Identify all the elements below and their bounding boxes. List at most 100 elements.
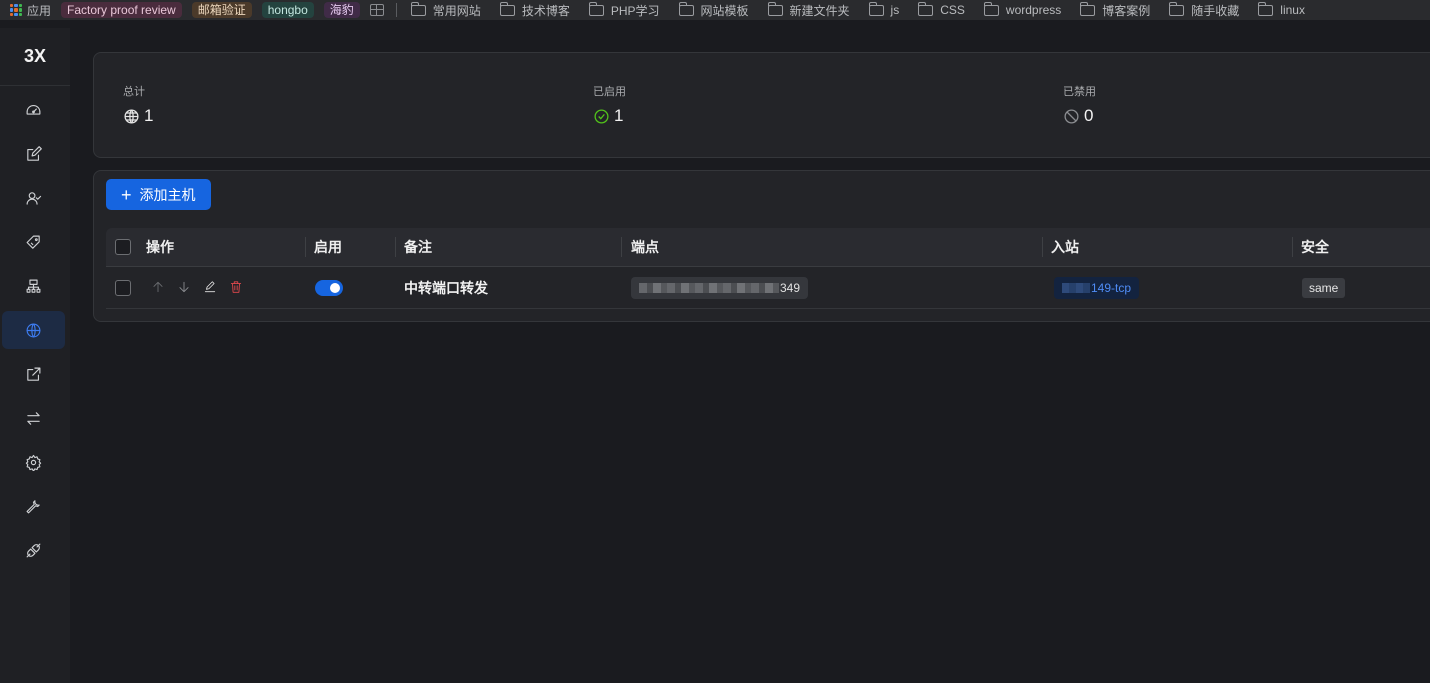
endpoint-tag: 349: [631, 277, 809, 299]
row-endpoint: 349: [631, 267, 809, 309]
bookmark-folder[interactable]: 博客案例: [1080, 1, 1151, 18]
bookmark-apps[interactable]: 应用: [0, 2, 51, 18]
bookmark-email-verify[interactable]: 邮箱验证: [191, 2, 252, 18]
bookmark-tag-label: 海豹: [323, 2, 360, 18]
stat-disabled-label: 已禁用: [1063, 86, 1096, 98]
stats-card: 总计 1 已启用 1 已禁用 0: [93, 52, 1430, 158]
inbound-tag[interactable]: 149-tcp: [1054, 277, 1140, 299]
column-divider: [305, 237, 306, 257]
folder-icon: [868, 1, 884, 16]
column-header-endpoint: 端点: [631, 239, 659, 255]
folder-label: wordpress: [1005, 3, 1062, 17]
folder-icon: [1080, 1, 1096, 16]
app-logo[interactable]: 3X: [0, 28, 70, 86]
enable-toggle[interactable]: [315, 280, 343, 296]
bookmark-folder[interactable]: 新建文件夹: [767, 1, 850, 18]
row-inbound: 149-tcp: [1054, 267, 1140, 309]
globe-icon: [26, 323, 41, 337]
sidebar-item-users[interactable]: [2, 179, 65, 217]
sidebar-item-cluster[interactable]: [2, 267, 65, 305]
folder-label: 博客案例: [1102, 3, 1151, 18]
folder-label: PHP学习: [610, 3, 660, 18]
column-header-enable: 启用: [314, 239, 342, 255]
sidebar-item-tools[interactable]: [2, 487, 65, 525]
folder-label: linux: [1280, 3, 1305, 17]
folder-icon: [410, 1, 426, 16]
sidebar-item-settings[interactable]: [2, 443, 65, 481]
folder-icon: [499, 1, 515, 16]
column-header-inbound: 入站: [1051, 239, 1079, 255]
tab-groups-icon[interactable]: [369, 4, 384, 16]
column-header-security: 安全: [1301, 239, 1329, 255]
stat-total: 总计 1: [123, 83, 153, 126]
bookmark-folder[interactable]: 常用网站: [410, 1, 481, 18]
bookmark-tag-label: 邮箱验证: [191, 2, 252, 18]
add-host-label: 添加主机: [139, 186, 196, 203]
sidebar-item-hosts[interactable]: [2, 311, 65, 349]
apps-icon: [10, 4, 22, 16]
folder-label: 常用网站: [432, 3, 481, 18]
stat-disabled: 已禁用 0: [1063, 83, 1096, 126]
bookmark-folder[interactable]: js: [868, 1, 900, 18]
add-host-button[interactable]: + 添加主机: [106, 179, 211, 210]
stat-enabled-label: 已启用: [593, 86, 626, 98]
folder-icon: [918, 1, 934, 16]
select-all-checkbox[interactable]: [115, 239, 131, 255]
tool-icon: [26, 499, 40, 513]
edit-icon[interactable]: [203, 280, 219, 296]
tag-icon: [26, 235, 40, 249]
folder-label: 网站模板: [700, 3, 749, 18]
sidebar-item-outbounds[interactable]: [2, 355, 65, 393]
toggle-knob: [330, 283, 340, 293]
row-actions: [151, 267, 255, 309]
sidebar-item-inbounds[interactable]: [2, 135, 65, 173]
bookmark-folder[interactable]: wordpress: [983, 1, 1062, 18]
bookmark-seal[interactable]: 海豹: [323, 2, 360, 18]
folder-icon: [1169, 1, 1185, 16]
folder-icon: [678, 1, 694, 16]
hosts-card: + 添加主机 操作 启用 备注 端点 入站 安全 中转端口转发 349 149-…: [93, 170, 1430, 322]
sidebar-item-tags[interactable]: [2, 223, 65, 261]
sidebar-item-api[interactable]: [2, 531, 65, 569]
table-row[interactable]: 中转端口转发 349 149-tcp same: [106, 267, 1430, 309]
column-divider: [621, 237, 622, 257]
sidebar-item-dashboard[interactable]: [2, 91, 65, 129]
row-enable: [315, 267, 343, 309]
bookmark-tag-label: hongbo: [261, 2, 314, 18]
security-badge: same: [1302, 278, 1346, 298]
folder-icon: [983, 1, 999, 16]
column-divider: [1042, 237, 1043, 257]
endpoint-value: 349: [780, 281, 801, 295]
stat-enabled: 已启用 1: [593, 83, 626, 126]
column-header-actions: 操作: [146, 239, 174, 255]
bookmark-folder[interactable]: 网站模板: [678, 1, 749, 18]
table-header: 操作 启用 备注 端点 入站 安全: [106, 228, 1430, 267]
users-icon: [26, 191, 42, 205]
bookmark-folder[interactable]: 技术博客: [499, 1, 570, 18]
bookmark-folder[interactable]: 随手收藏: [1169, 1, 1239, 18]
delete-icon[interactable]: [229, 280, 245, 296]
stop-icon: [1064, 108, 1079, 124]
dashboard-icon: [26, 104, 41, 115]
column-divider: [395, 237, 396, 257]
move-up-icon[interactable]: [151, 280, 167, 296]
sidebar: 3X: [0, 28, 70, 683]
bookmark-folder[interactable]: PHP学习: [588, 1, 660, 18]
bookmark-factory-proof-review[interactable]: Factory proof review: [61, 2, 182, 18]
move-down-icon[interactable]: [177, 280, 193, 296]
gear-icon: [25, 454, 42, 471]
column-divider: [1292, 237, 1293, 257]
row-select-checkbox[interactable]: [115, 280, 131, 296]
folder-icon: [588, 1, 604, 16]
bookmark-folder[interactable]: linux: [1258, 1, 1305, 18]
folder-label: js: [890, 3, 900, 17]
bookmark-folder[interactable]: CSS: [918, 1, 965, 18]
folder-label: 新建文件夹: [789, 3, 850, 18]
row-security: same: [1302, 267, 1346, 309]
bookmark-hongbo[interactable]: hongbo: [261, 2, 314, 18]
check-circle-icon: [594, 108, 609, 124]
cluster-icon: [26, 279, 41, 293]
swap-icon: [27, 411, 40, 425]
redacted-blur: [1062, 283, 1090, 293]
sidebar-item-routing[interactable]: [2, 399, 65, 437]
